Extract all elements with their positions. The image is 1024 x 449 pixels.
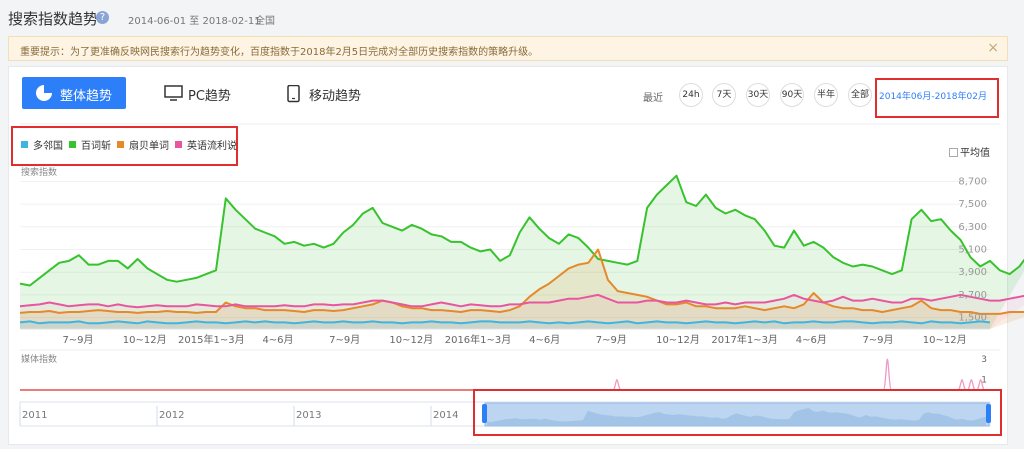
y-tick-label: 7,500 bbox=[958, 199, 987, 210]
y-tick-label: 1,500 bbox=[958, 313, 987, 324]
trend-chart: 搜索指数 1,500 2,700 3,900 5,100 6,300 7,500 8,700… bbox=[19, 123, 1024, 436]
media-index-axis-label: 媒体指数 bbox=[21, 353, 57, 365]
media-spike bbox=[612, 379, 622, 391]
media-index-chart: 13 bbox=[20, 355, 990, 391]
y-tick-label: 3,900 bbox=[958, 267, 987, 278]
navigator-left-handle[interactable] bbox=[482, 404, 487, 423]
x-tick-label: 4~6月 bbox=[796, 334, 827, 346]
x-tick-label: 4~6月 bbox=[529, 334, 560, 346]
y-tick-label: 6,300 bbox=[958, 222, 987, 233]
navigator-year-label: 2014 bbox=[433, 410, 458, 421]
navigator-right-handle[interactable] bbox=[986, 404, 991, 423]
navigator-year-label: 2011 bbox=[22, 410, 47, 421]
x-tick-label: 7~9月 bbox=[62, 334, 93, 346]
x-tick-label: 7~9月 bbox=[329, 334, 360, 346]
x-tick-label: 7~9月 bbox=[862, 334, 893, 346]
y-tick-label: 2,700 bbox=[958, 290, 987, 301]
x-tick-label: 10~12月 bbox=[656, 334, 700, 346]
x-tick-label: 2015年1~3月 bbox=[178, 333, 245, 346]
y-tick-label: 8,700 bbox=[958, 176, 987, 187]
navigator-year-label: 2012 bbox=[159, 410, 184, 421]
media-y-tick-label: 3 bbox=[981, 355, 987, 365]
x-tick-label: 4~6月 bbox=[262, 334, 293, 346]
navigator-year-label: 2013 bbox=[296, 410, 321, 421]
media-spike bbox=[957, 379, 967, 391]
x-tick-label: 7~9月 bbox=[596, 334, 627, 346]
x-tick-label: 10~12月 bbox=[389, 334, 433, 346]
x-tick-label: 10~12月 bbox=[923, 334, 967, 346]
media-spike bbox=[882, 358, 893, 391]
range-navigator[interactable]: 2011201220132014201520162017 bbox=[19, 401, 991, 427]
y-tick-label: 5,100 bbox=[958, 245, 987, 256]
main-x-ticks: 7~9月 10~12月 2015年1~3月 4~6月 7~9月 10~12月 2016年1~… bbox=[62, 333, 966, 346]
x-tick-label: 2017年1~3月 bbox=[711, 333, 778, 346]
x-tick-label: 10~12月 bbox=[123, 334, 167, 346]
x-tick-label: 2016年1~3月 bbox=[445, 333, 512, 346]
media-spike bbox=[967, 379, 976, 391]
search-index-axis-label: 搜索指数 bbox=[21, 166, 57, 178]
